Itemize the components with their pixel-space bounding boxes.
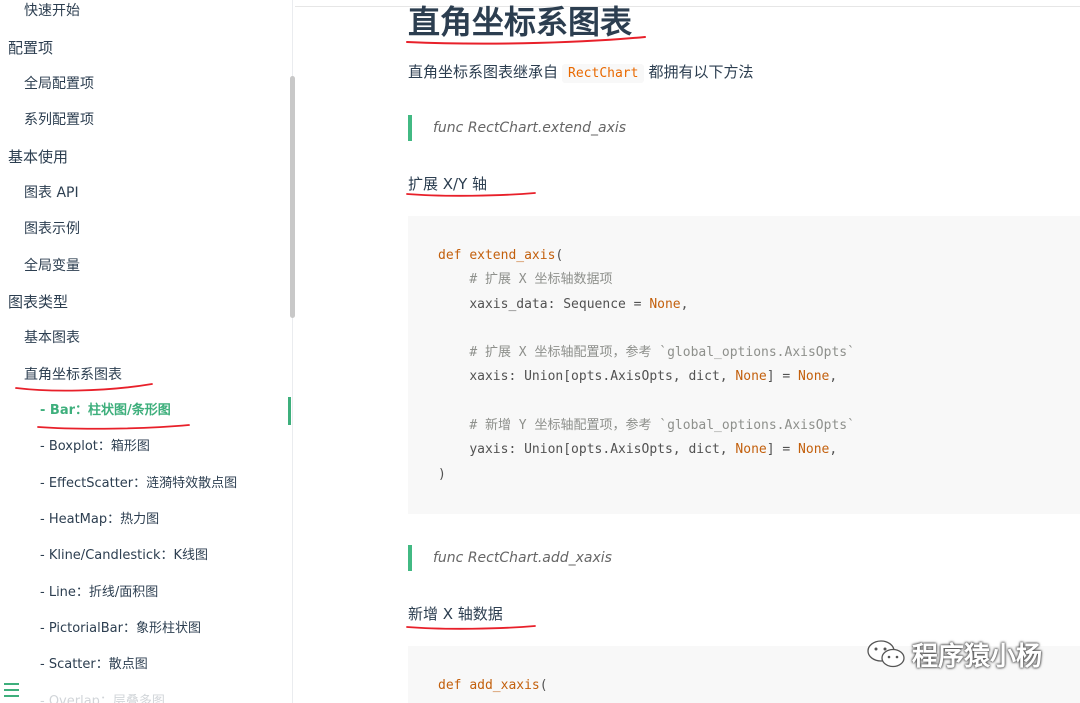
sidebar-item-line[interactable]: - Line：折线/面积图 [40,583,158,603]
sidebar: 快速开始 配置项 全局配置项 系列配置项 基本使用 图表 API 图表示例 全局… [0,0,293,703]
code-none: None [735,369,767,385]
sidebar-section-config[interactable]: 配置项 [8,38,53,58]
code-function-name: add_xaxis [469,678,540,693]
sidebar-item-kline[interactable]: - Kline/Candlestick：K线图 [40,546,208,566]
sidebar-active-indicator [288,397,291,425]
sidebar-item-effectscatter[interactable]: - EffectScatter：涟漪特效散点图 [40,474,237,494]
code-keyword: def [438,678,462,693]
code-punct: ) [438,466,446,482]
func-signature-add-xaxis: func RectChart.add_xaxis [408,545,612,571]
sidebar-item-chart-api[interactable]: 图表 API [24,183,79,203]
intro-paragraph: 直角坐标系图表继承自 RectChart 都拥有以下方法 [408,60,753,86]
code-none: None [735,442,767,458]
sidebar-section-basic-usage[interactable]: 基本使用 [8,147,68,167]
main-content: 直角坐标系图表 直角坐标系图表继承自 RectChart 都拥有以下方法 func … [295,0,1080,703]
code-punct: ( [555,248,564,263]
sidebar-item-global-variables[interactable]: 全局变量 [24,256,80,276]
sidebar-item-boxplot[interactable]: - Boxplot：箱形图 [40,437,150,457]
code-function-name: extend_axis [469,248,556,263]
annotation-underline-add-xaxis [406,625,536,630]
code-punct: , [829,369,838,385]
hamburger-menu-icon[interactable] [4,683,19,697]
annotation-underline-extend-axis [406,192,536,197]
sidebar-item-pictorialbar[interactable]: - PictorialBar：象形柱状图 [40,619,201,639]
code-punct: ( [539,678,548,693]
sidebar-item-global-config[interactable]: 全局配置项 [24,74,94,94]
annotation-underline-sidebar-bar [37,424,190,430]
code-line: xaxis: Union[opts.AxisOpts, dict, [469,369,736,385]
code-line: yaxis: Union[opts.AxisOpts, dict, [469,442,736,458]
sidebar-section-chart-types[interactable]: 图表类型 [8,292,68,312]
code-punct: , [829,442,838,458]
code-line: ] = [766,442,799,458]
code-none: None [798,442,830,458]
intro-text-after: 都拥有以下方法 [648,63,754,81]
sidebar-item-series-config[interactable]: 系列配置项 [24,110,94,130]
code-punct: , [680,296,689,312]
code-comment: # 扩展 X 坐标轴配置项，参考 `global_options.AxisOpt… [469,345,855,361]
watermark-text: 程序猿小杨 [912,641,1043,672]
sidebar-item-scatter[interactable]: - Scatter：散点图 [40,655,148,675]
code-comment: # 新增 Y 坐标轴配置项，参考 `global_options.AxisOpt… [469,418,855,434]
code-none: None [798,369,830,385]
annotation-underline-title [406,36,646,45]
sidebar-item-bar[interactable]: - Bar：柱状图/条形图 [40,401,171,421]
code-line: xaxis_data: Sequence = [469,296,650,312]
intro-text-before: 直角坐标系图表继承自 [408,63,559,81]
code-keyword: def [438,248,462,263]
code-block-extend-axis: def extend_axis( # 扩展 X 坐标轴数据项 xaxis_dat… [408,216,1080,514]
sidebar-item-basic-charts[interactable]: 基本图表 [24,328,80,348]
code-none: None [649,296,681,312]
wechat-logo-icon [867,640,905,668]
code-extend-axis: def extend_axis( # 扩展 X 坐标轴数据项 xaxis_dat… [408,216,1080,487]
watermark: 程序猿小杨 [866,637,1043,672]
code-comment: # 扩展 X 坐标轴数据项 [469,272,613,288]
sidebar-item-overlap[interactable]: - Overlap：层叠多图 [40,692,165,703]
sidebar-item-quick-start[interactable]: 快速开始 [24,1,80,21]
inline-code-rectchart: RectChart [562,64,645,83]
code-line: ] = [766,369,799,385]
sidebar-item-heatmap[interactable]: - HeatMap：热力图 [40,510,159,530]
annotation-underline-sidebar-rect [15,383,153,392]
sidebar-item-chart-examples[interactable]: 图表示例 [24,219,80,239]
func-signature-extend-axis: func RectChart.extend_axis [408,115,626,141]
